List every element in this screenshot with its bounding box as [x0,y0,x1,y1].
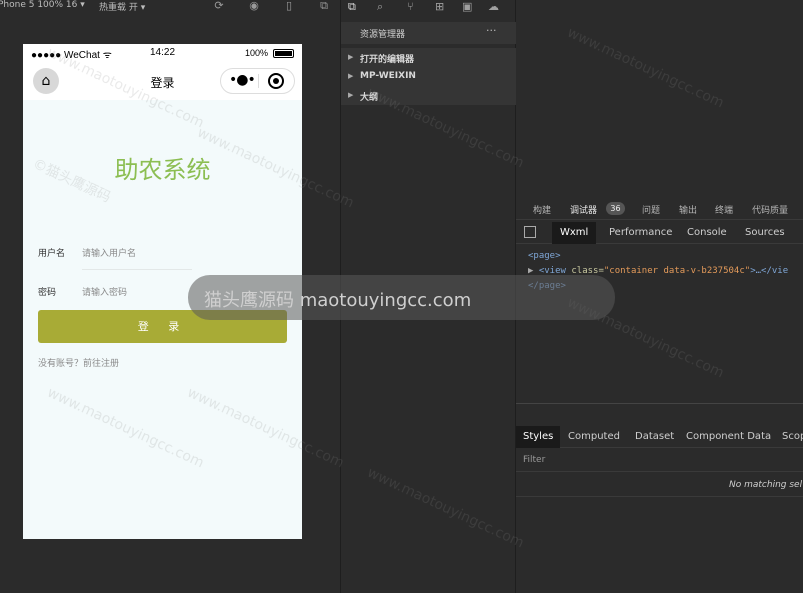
debug-icon[interactable]: ▣ [462,0,472,13]
no-matching-message: No matching sel [729,480,803,490]
styles-tabs: Styles Computed Dataset Component Data S… [516,426,803,448]
tree-item-open-editors[interactable]: ▶ 打开的编辑器 [341,48,516,67]
battery-percent: 100% [245,48,269,58]
tab-console[interactable]: Console [679,222,735,244]
hot-reload-toggle[interactable]: 热重载 开 ▾ [99,0,145,13]
phone-navigation-bar: ⌂ 登录 •●• [23,62,302,100]
tree-item-outline[interactable]: ▶ 大纲 [341,86,516,105]
chevron-right-icon: ▶ [348,91,354,99]
capsule-divider [258,74,259,88]
password-input[interactable]: 请输入密码 [82,285,127,298]
tab-output[interactable]: 输出 [679,203,697,216]
tab-build[interactable]: 构建 [533,203,551,216]
more-actions-icon[interactable]: ··· [486,24,497,37]
tree-item-mp-weixin[interactable]: ▶ MP-WEIXIN [341,67,516,86]
styles-divider [516,496,803,497]
chevron-right-icon: ▶ [348,72,354,80]
more-menu-icon[interactable]: •●• [229,72,256,88]
tab-wxml[interactable]: Wxml [552,222,597,244]
device-selector[interactable]: Phone 5 100% 16 ▾ [0,0,85,10]
username-label: 用户名 [38,249,66,259]
refresh-icon[interactable]: ⟳ [212,0,226,14]
username-underline [82,269,192,270]
activity-bar: ⧉ ⌕ ⑂ ⊞ ▣ ☁ [341,0,516,16]
tab-code-quality[interactable]: 代码质量 [752,203,788,216]
simulator-toolbar: Phone 5 100% 16 ▾ 热重载 开 ▾ ⟳ ◉ ▯ ⧉ [0,0,341,14]
tab-component-data[interactable]: Component Data [679,426,778,448]
tab-computed[interactable]: Computed [561,426,627,448]
extensions-icon[interactable]: ⊞ [435,0,444,13]
explorer-title: 资源管理器 [360,30,406,40]
battery-icon [273,49,294,58]
debugger-count-badge: 36 [606,202,625,215]
password-label: 密码 [38,288,57,298]
source-control-icon[interactable]: ⑂ [407,0,414,13]
explorer-header: 资源管理器 ··· [341,22,516,44]
filter-divider [516,471,803,472]
tab-problems[interactable]: 问题 [642,203,660,216]
popout-icon[interactable]: ⧉ [317,0,331,14]
dom-node-page-open[interactable]: <page> [528,249,788,264]
phone-status-bar: ●●●●● WeChat ᯤ 14:22 100% [23,44,302,62]
chevron-right-icon: ▶ [348,53,354,61]
tab-scope[interactable]: Scop [775,426,803,448]
tab-performance[interactable]: Performance [601,222,680,244]
tab-debugger[interactable]: 调试器 [570,203,597,216]
tab-sources[interactable]: Sources [737,222,793,244]
panel-divider[interactable] [516,403,803,404]
watermark-banner: 猫头鹰源码 maotouyingcc.com [188,275,615,320]
username-input[interactable]: 请输入用户名 [82,246,136,259]
phone-icon[interactable]: ▯ [282,0,296,14]
search-icon[interactable]: ⌕ [377,0,383,14]
mini-program-capsule: •●• [220,68,295,94]
app-title: 助农系统 [114,156,211,184]
devtools-top-tabs: 构建 调试器 36 问题 输出 终端 代码质量 [516,198,803,220]
register-link[interactable]: 没有账号？前往注册 [38,356,119,369]
devtools-panel-tabs: Wxml Performance Console Sources [516,222,803,244]
tab-dataset[interactable]: Dataset [628,426,681,448]
stop-icon[interactable]: ◉ [247,0,261,14]
close-mini-program-icon[interactable] [268,73,284,89]
watermark-banner-text: 猫头鹰源码 maotouyingcc.com [204,290,472,311]
carrier-label: ●●●●● WeChat ᯤ [31,50,112,61]
status-time: 14:22 [150,47,176,58]
files-icon[interactable]: ⧉ [348,0,356,14]
tab-styles[interactable]: Styles [516,426,561,448]
cloud-icon[interactable]: ☁ [488,0,499,13]
tab-terminal[interactable]: 终端 [715,203,733,216]
inspect-element-icon[interactable] [524,226,536,238]
styles-filter-input[interactable]: Filter [523,455,545,465]
